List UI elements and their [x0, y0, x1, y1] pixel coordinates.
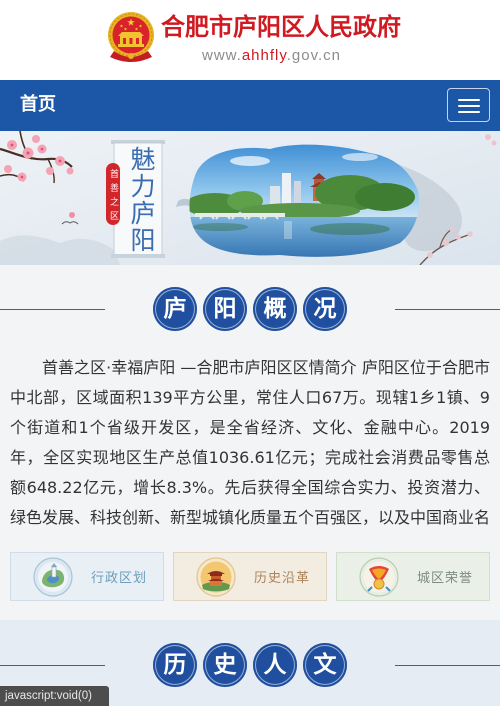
heading-char: 阳	[203, 287, 247, 331]
landscape-photo	[189, 144, 420, 257]
heading-char: 概	[253, 287, 297, 331]
site-header: 合肥市庐阳区人民政府 www.ahhfly.gov.cn	[0, 0, 500, 80]
heading-line-right	[395, 665, 500, 666]
honor-ribbon-icon	[359, 556, 399, 597]
card-honors[interactable]: 城区荣誉	[336, 552, 490, 601]
url-suffix: .gov.cn	[286, 47, 342, 64]
menu-bar-line	[458, 105, 480, 107]
heading-char: 人	[253, 643, 297, 687]
card-label: 历史沿革	[254, 571, 311, 586]
seal-stamp: 首善之区	[106, 163, 120, 225]
menu-bar-line	[458, 99, 480, 101]
url-prefix: www.	[202, 47, 242, 64]
heading-char: 文	[303, 643, 347, 687]
district-map-icon	[33, 556, 73, 597]
heading-char: 庐	[153, 287, 197, 331]
nav-home-link[interactable]: 首页	[20, 93, 56, 117]
heading-line-left	[0, 665, 105, 666]
district-intro-text: 首善之区·幸福庐阳 —合肥市庐阳区区情简介 庐阳区位于合肥市中北部，区域面积13…	[10, 358, 490, 527]
heading-char: 况	[303, 287, 347, 331]
page: 合肥市庐阳区人民政府 www.ahhfly.gov.cn 首页 首善之区 魅力庐…	[0, 0, 500, 706]
pavilion-icon	[196, 556, 236, 597]
card-administrative-division[interactable]: 行政区划	[10, 552, 164, 601]
heading-char: 历	[153, 643, 197, 687]
card-label: 行政区划	[91, 571, 148, 586]
heading-char: 史	[203, 643, 247, 687]
hero-banner: 首善之区 魅力庐阳	[0, 131, 500, 265]
heading-line-left	[0, 309, 105, 310]
hamburger-menu-icon[interactable]	[447, 88, 490, 122]
nav-bar: 首页	[0, 80, 500, 131]
menu-bar-line	[458, 111, 480, 113]
site-title: 合肥市庐阳区人民政府	[161, 13, 401, 41]
national-emblem-icon[interactable]	[106, 11, 156, 63]
scroll-title: 魅力庐阳	[127, 146, 156, 254]
url-highlight: ahhfly	[241, 47, 287, 64]
card-history[interactable]: 历史沿革	[173, 552, 327, 601]
heading-line-right	[395, 309, 500, 310]
site-url: www.ahhfly.gov.cn	[202, 47, 341, 65]
link-status-bubble: javascript:void(0)	[0, 686, 109, 706]
card-label: 城区荣誉	[417, 571, 474, 586]
